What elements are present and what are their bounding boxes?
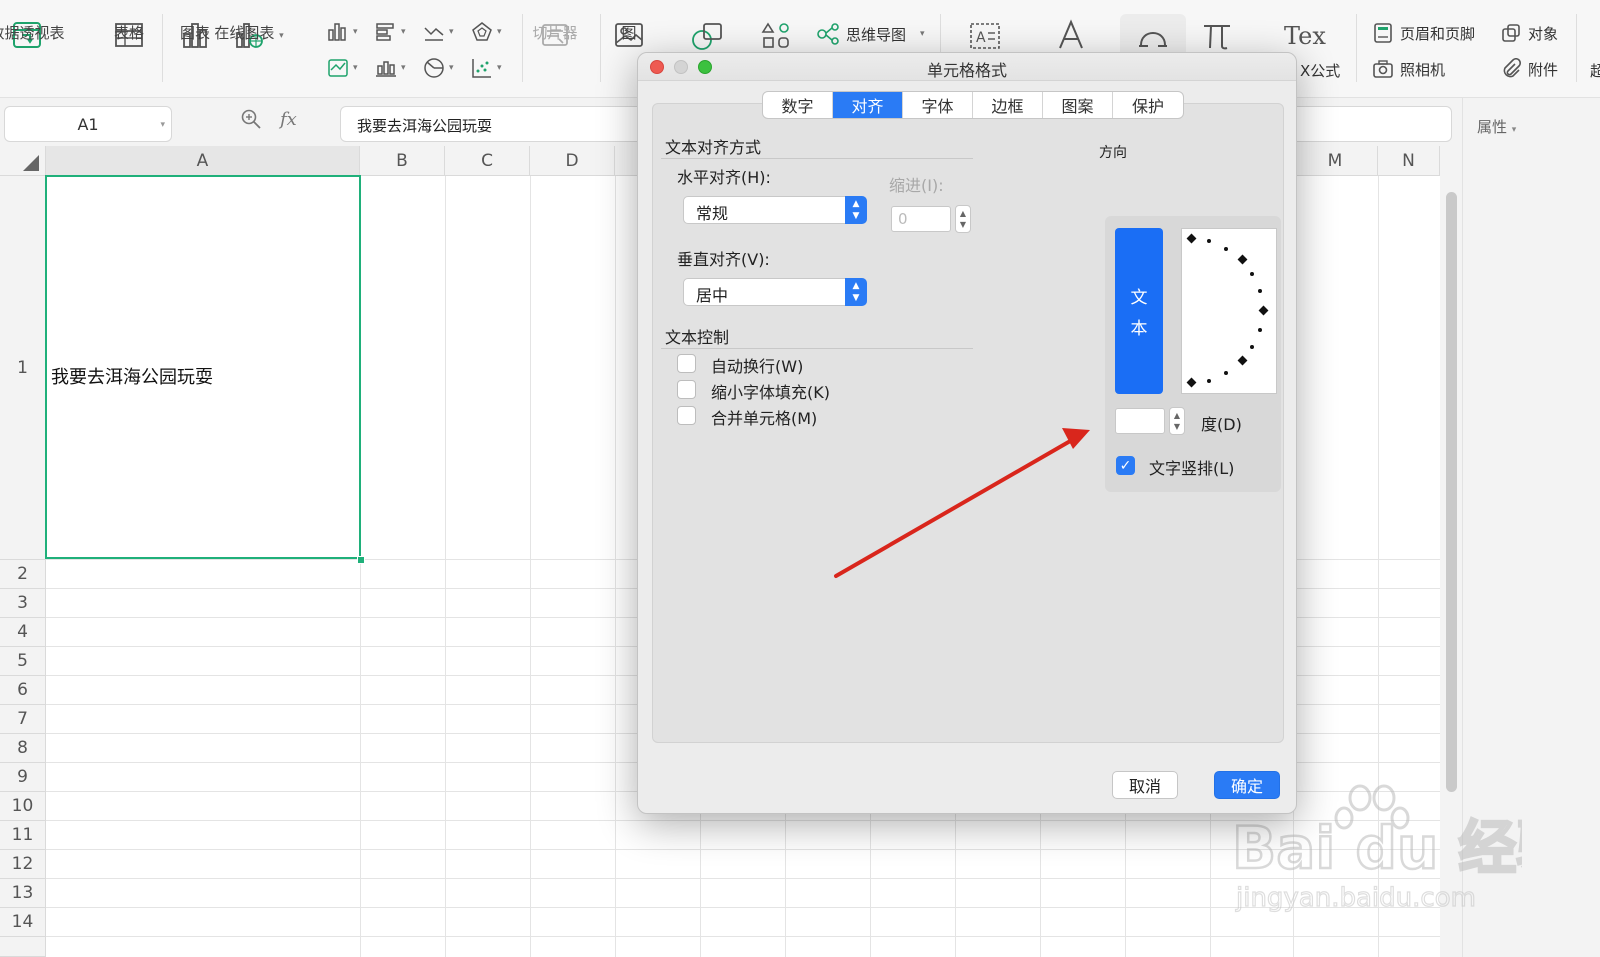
spreadsheet-app: { "toolbar": { "pivot_table": "数据透视表", "… — [0, 0, 1600, 957]
red-arrow-annotation — [834, 428, 1090, 578]
